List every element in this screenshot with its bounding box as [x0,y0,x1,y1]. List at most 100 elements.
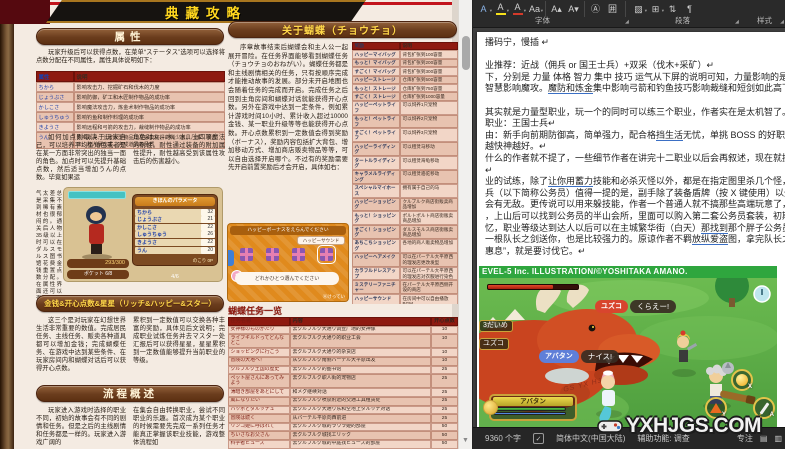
text-run: 忆，职业等级达到达人以后可以在主城繁华街（白天） [485,223,701,233]
table-cell: 可以租赁马移动 [400,142,458,156]
money-paragraph-right: 累积到一定数值可以交换各种丰富的奖励，具体见后文说明；完成职业试炼任务并去マスタ… [133,317,225,365]
speech-text: ナイス! [581,350,619,363]
shading-icon[interactable]: ▨▾ [630,1,647,17]
table-row: じょうぶさ21 [135,216,215,223]
speaker-tag: ユズコ [595,300,628,313]
table-cell: クルブルク王国の歴史 [228,366,290,375]
font-dialog-launcher-icon[interactable]: ◢ [625,19,629,25]
font-box-icon[interactable]: A▾ [475,1,492,17]
scrollbar-thumb[interactable] [462,36,470,70]
table-cell: もっと！ストレージ [352,84,400,92]
table-cell: 从クルブルク南侧バーテル大平原出发 [290,357,431,366]
ribbon-group-styles[interactable]: 样式 [757,15,772,26]
table-header-cell: 开心点数 [431,317,458,326]
table-cell: 50 [431,431,458,440]
table-cell: 50 [431,423,458,432]
table-cell: 背包扩张到300容量 [400,67,458,75]
document-line [485,49,785,61]
table-cell: しゅうちゅう [36,112,74,122]
table-cell: 去クルブルク城找エリック [290,431,431,440]
text-highlight-icon[interactable]: A▾ [492,1,509,17]
ribbon-group-paragraph[interactable]: 段落 [675,15,690,26]
gamepad-icon [597,417,623,435]
document-line: 业的试练，除了让你用蓄力技能和必杀灭怪以外，都是在指定图里杀几个怪，大的把 [485,176,785,188]
bonus-prompt: どれかひとつ選んでください [235,272,339,285]
shrink-font-icon[interactable]: A▾ [565,1,582,17]
underlined-text: 魔防和炼金 [548,83,593,94]
table-cell: 可以租赁骆驼移动 [400,170,458,184]
borders-icon[interactable]: ⊞▾ [647,1,664,17]
table-cell: すごく！ショッピング [352,225,400,239]
table-row: あちこちショッピング各地的商人贩卖物品增加 [352,239,458,253]
table-cell: すごく！ペットライフ [352,128,400,142]
gift-box-icon [266,248,279,261]
paragraph-dialog-launcher-icon[interactable]: ◢ [735,19,739,25]
table-cell: ハッピーストレージ [352,76,400,84]
table-cell: 去クルブルク喷泉附近的交通工具租赁处 [290,397,431,406]
table-cell: 21 [201,216,215,223]
attributes-paragraph-left: 如何加点则取决于玩家自己，可以培养平均型角色或者是在某一方面非常突出的独当一面的… [36,134,126,182]
table-cell: ポルトポルト商店街贩卖商品增加 [400,211,458,225]
word-count[interactable]: 9360 个字 [485,433,521,444]
table-cell: ハッピーショッピング [352,198,400,212]
table-row: キャラメルライディング可以租赁骆驼移动 [352,170,458,184]
proofing-icon[interactable]: ✓ [533,433,544,444]
table-cell: ハッピーヘアメイク [352,253,400,267]
print-layout-icon[interactable]: ▥ [774,434,782,443]
enemy-hp-fill [488,285,553,289]
table-cell: 冒険は続く [228,414,290,423]
bonus-screen-title: ハッピーボーナスをえらんでください [230,226,346,235]
table-cell: すごく！ストレージ [352,92,400,100]
table-cell: 科学者ヒューズ [228,440,290,449]
document-line: 播码宁，慢插 ↵ [485,37,785,49]
table-row: ミステリーファニチャー在パーテル大平原西侧开设的商店 [352,280,458,294]
pocket-capacity: ポケット 6/8 [67,270,129,279]
table-row: もっと！ショッピングポルトポルト商店街贩卖商品增加 [352,211,458,225]
flow-paragraph-right: 在集会自由转换职业，尝试不同职业的乐趣。首次成为某个职业的时候需要先完成一系列任… [133,407,225,447]
enclose-char-icon[interactable]: 囲 [604,1,621,17]
document-line: 职业：王国士兵↵ [485,118,785,130]
table-row: スペシャルマイホース拥有属于自己的马 [352,184,458,198]
styles-dialog-launcher-icon[interactable]: ◢ [780,19,784,25]
document-page[interactable]: 播码宁，慢插 ↵ 业推荐：近战（佣兵 or 国王士兵）+双采（伐木+采矿）↵下，… [477,32,785,427]
table-cell: ミステリーファニチャー [352,280,400,294]
borders-icon: ⊞ [652,5,660,14]
attributes-intro: 玩家升级后可以获得点数，在菜单“ステータス”选项可以选择将点数分配在不同属性，属… [36,49,225,65]
show-marks-icon: ¶ [687,5,692,14]
document-line: 一根队长之剑送你，也是比较强力的。原谅作者不羁放纵爱盗图，拿完队长之剑以后就 [485,234,785,246]
table-header-row: 奖励说明 [352,42,458,50]
table-row: すごく！ペットライフ可以饲养3只宠物 [352,128,458,142]
attributes-paragraph-narrow: 气太差总是采集不到稀有素材也很郁闷的。通关后人物35级以上时可以在ダルスモルス图… [36,191,62,303]
table-row: ハッピーライディング可以租赁马移动 [352,142,458,156]
grow-font-icon[interactable]: A▴ [548,1,565,17]
table-row: ちから影响攻击力、挖掘矿石和伐木的力度 [36,82,225,92]
table-cell: 25 [431,374,458,388]
table-row: すごく！ショッピングダルスモルス商店街贩卖商品增加 [352,225,458,239]
table-cell: 可以饲养1只宠物 [400,101,458,115]
pdf-scrollbar[interactable]: ▼ [458,0,472,449]
table-cell: 25 [431,414,458,423]
document-text[interactable]: 播码宁，慢插 ↵ 业推荐：近战（佣兵 or 国王士兵）+双采（伐木+采矿）↵下，… [485,37,785,257]
font-color-icon[interactable]: A▾ [509,1,526,17]
word-window[interactable]: A▾A▾A▾Aa▾A▴A▾Ⓐ囲▨▾⊞▾⇅¶ 字体 ◢ 段落 ◢ 样式 ◢ 播码宁… [472,0,785,449]
table-cell: 去クルブルク城的中庭找ヒューズ的部屋 [290,440,431,449]
font-box-icon: A [480,5,486,14]
table-cell: ライフギルドってどんなとこ [228,334,290,348]
table-cell: ダルスモルス商店街贩卖商品增加 [400,225,458,239]
site-watermark: YXHJGS.COM [597,414,761,438]
table-cell: ちいさなお父さん [228,431,290,440]
character-legs [91,244,102,254]
scrollbar-down-arrow[interactable]: ▼ [462,437,469,444]
underlined-text: 放纵爱盗 [692,234,728,245]
char-border-icon[interactable]: Ⓐ [587,1,604,17]
ribbon-icons: A▾A▾A▾Aa▾A▴A▾Ⓐ囲▨▾⊞▾⇅¶ [475,1,698,18]
pdf-viewer-pane[interactable]: 典藏攻略 属性 玩家升级后可以获得点数，在菜单“ステータス”选项可以选择将点数分… [0,0,458,449]
bonus-screenshot: ハッピーボーナスをえらんでください ハッピーサウンド ♥ どれかひとつ選んでくだ… [228,224,348,301]
ribbon-group-font[interactable]: 字体 [535,15,550,26]
grow-font-icon: A▴ [551,5,562,14]
table-cell: 女神様のものがたり [228,326,290,335]
color-bar [513,13,523,16]
section-title: 流程概述 [103,386,157,401]
table-row: ハッピーストレージ仓库扩张到500容量 [352,76,458,84]
embedded-game-image[interactable]: 3だいめ ユズコ ユズコ くらえー! アバタン ナイス! アバタン [479,278,777,427]
